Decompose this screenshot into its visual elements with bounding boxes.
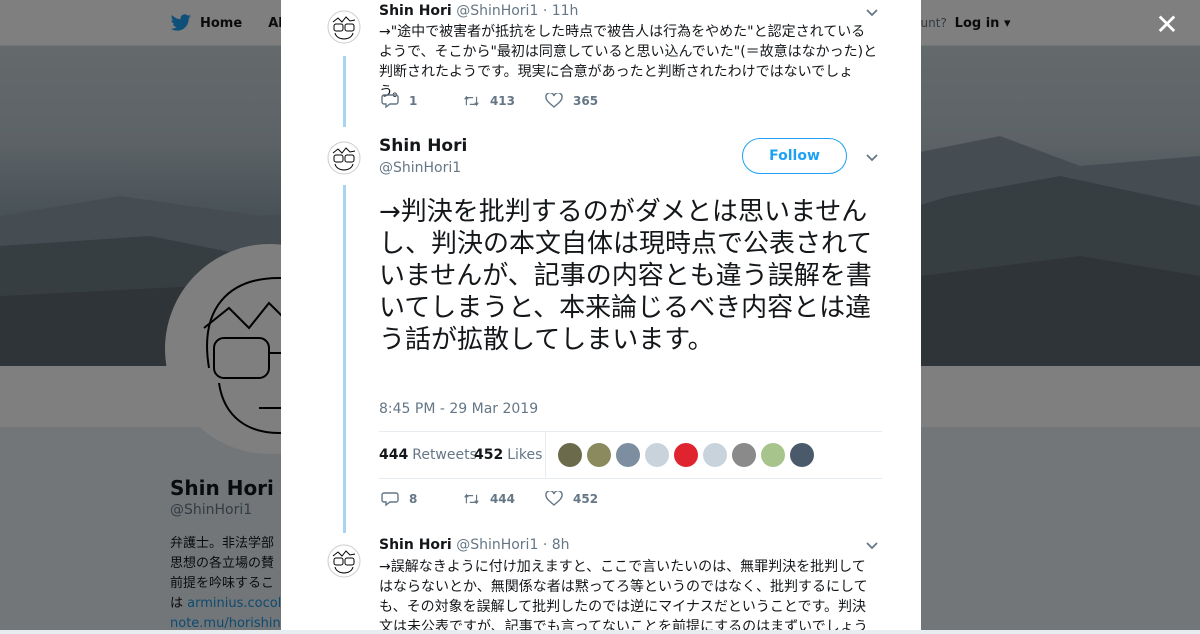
chevron-down-icon[interactable] — [865, 152, 879, 162]
tweet-avatar[interactable] — [327, 8, 361, 46]
like-button[interactable]: 452 — [545, 491, 598, 507]
liker-avatar[interactable] — [645, 443, 669, 467]
tweet-author-handle[interactable]: @ShinHori1 — [456, 537, 538, 553]
heart-icon — [545, 93, 563, 108]
reply-count: 8 — [409, 492, 418, 506]
tweet-avatar[interactable] — [327, 139, 361, 177]
liker-avatar[interactable] — [703, 443, 727, 467]
like-count: 365 — [573, 94, 599, 108]
reply-button[interactable]: 1 — [381, 93, 433, 109]
retweet-count: 413 — [489, 94, 515, 108]
tweet-avatar[interactable] — [327, 542, 361, 580]
tweet-header: Shin Hori @ShinHori1 · 11h — [379, 3, 578, 19]
like-count: 452 — [573, 492, 599, 506]
tweet-author-name[interactable]: Shin Hori — [379, 537, 452, 553]
liker-avatar[interactable] — [674, 443, 698, 467]
chevron-down-icon[interactable] — [865, 540, 879, 550]
tweet-stats: 444 Retweets 452 Likes — [379, 431, 882, 479]
thread-line — [343, 185, 346, 533]
tweet-time[interactable]: · 11h — [543, 3, 579, 19]
retweets-stat[interactable]: 444 Retweets — [379, 447, 477, 463]
follow-button[interactable]: Follow — [742, 138, 847, 174]
liker-avatar[interactable] — [790, 443, 814, 467]
stats-divider — [545, 432, 546, 478]
likes-stat[interactable]: 452 Likes — [474, 447, 542, 463]
tweet-time[interactable]: · 8h — [543, 537, 570, 553]
reply-button[interactable]: 8 — [381, 491, 433, 507]
tweet-author-handle[interactable]: @ShinHori1 — [456, 3, 538, 19]
like-button[interactable]: 365 — [545, 93, 598, 109]
liker-avatar[interactable] — [558, 443, 582, 467]
liker-avatar[interactable] — [616, 443, 640, 467]
reply-icon — [381, 94, 399, 109]
main-tweet-timestamp[interactable]: 8:45 PM - 29 Mar 2019 — [379, 401, 538, 417]
main-tweet-author-handle[interactable]: @ShinHori1 — [379, 160, 461, 176]
liker-avatar[interactable] — [587, 443, 611, 467]
chevron-down-icon[interactable] — [865, 7, 879, 17]
reply-count: 1 — [409, 94, 418, 108]
retweet-icon — [464, 95, 479, 107]
reply-icon — [381, 492, 399, 507]
liker-avatar[interactable] — [732, 443, 756, 467]
tweet-text: →誤解なきように付け加えますと、ここで言いたいのは、無罪判決を批判してはならない… — [379, 559, 868, 630]
tweet-author-name[interactable]: Shin Hori — [379, 3, 452, 19]
heart-icon — [545, 491, 563, 506]
thread-line — [343, 56, 346, 127]
main-tweet-author-name[interactable]: Shin Hori — [379, 136, 467, 156]
retweet-button[interactable]: 444 — [463, 491, 515, 507]
liker-avatar[interactable] — [761, 443, 785, 467]
tweet-header: Shin Hori @ShinHori1 · 8h — [379, 537, 570, 553]
retweet-icon — [464, 493, 479, 505]
main-tweet-text: →判決を批判するのがダメとは思いませんし、判決の本文自体は現時点で公表されていま… — [379, 197, 873, 355]
retweet-button[interactable]: 413 — [463, 93, 515, 109]
tweet-actions: 8 444 452 — [381, 491, 628, 507]
close-icon[interactable]: ✕ — [1154, 11, 1180, 39]
tweet-text: →"途中で被害者が抵抗をした時点で被告人は行為をやめた"と認定されているようで、… — [379, 24, 878, 100]
tweet-modal: Shin Hori @ShinHori1 · 11h →"途中で被害者が抵抗をし… — [281, 0, 921, 630]
tweet-actions: 1 413 365 — [381, 93, 628, 109]
retweet-count: 444 — [489, 492, 515, 506]
